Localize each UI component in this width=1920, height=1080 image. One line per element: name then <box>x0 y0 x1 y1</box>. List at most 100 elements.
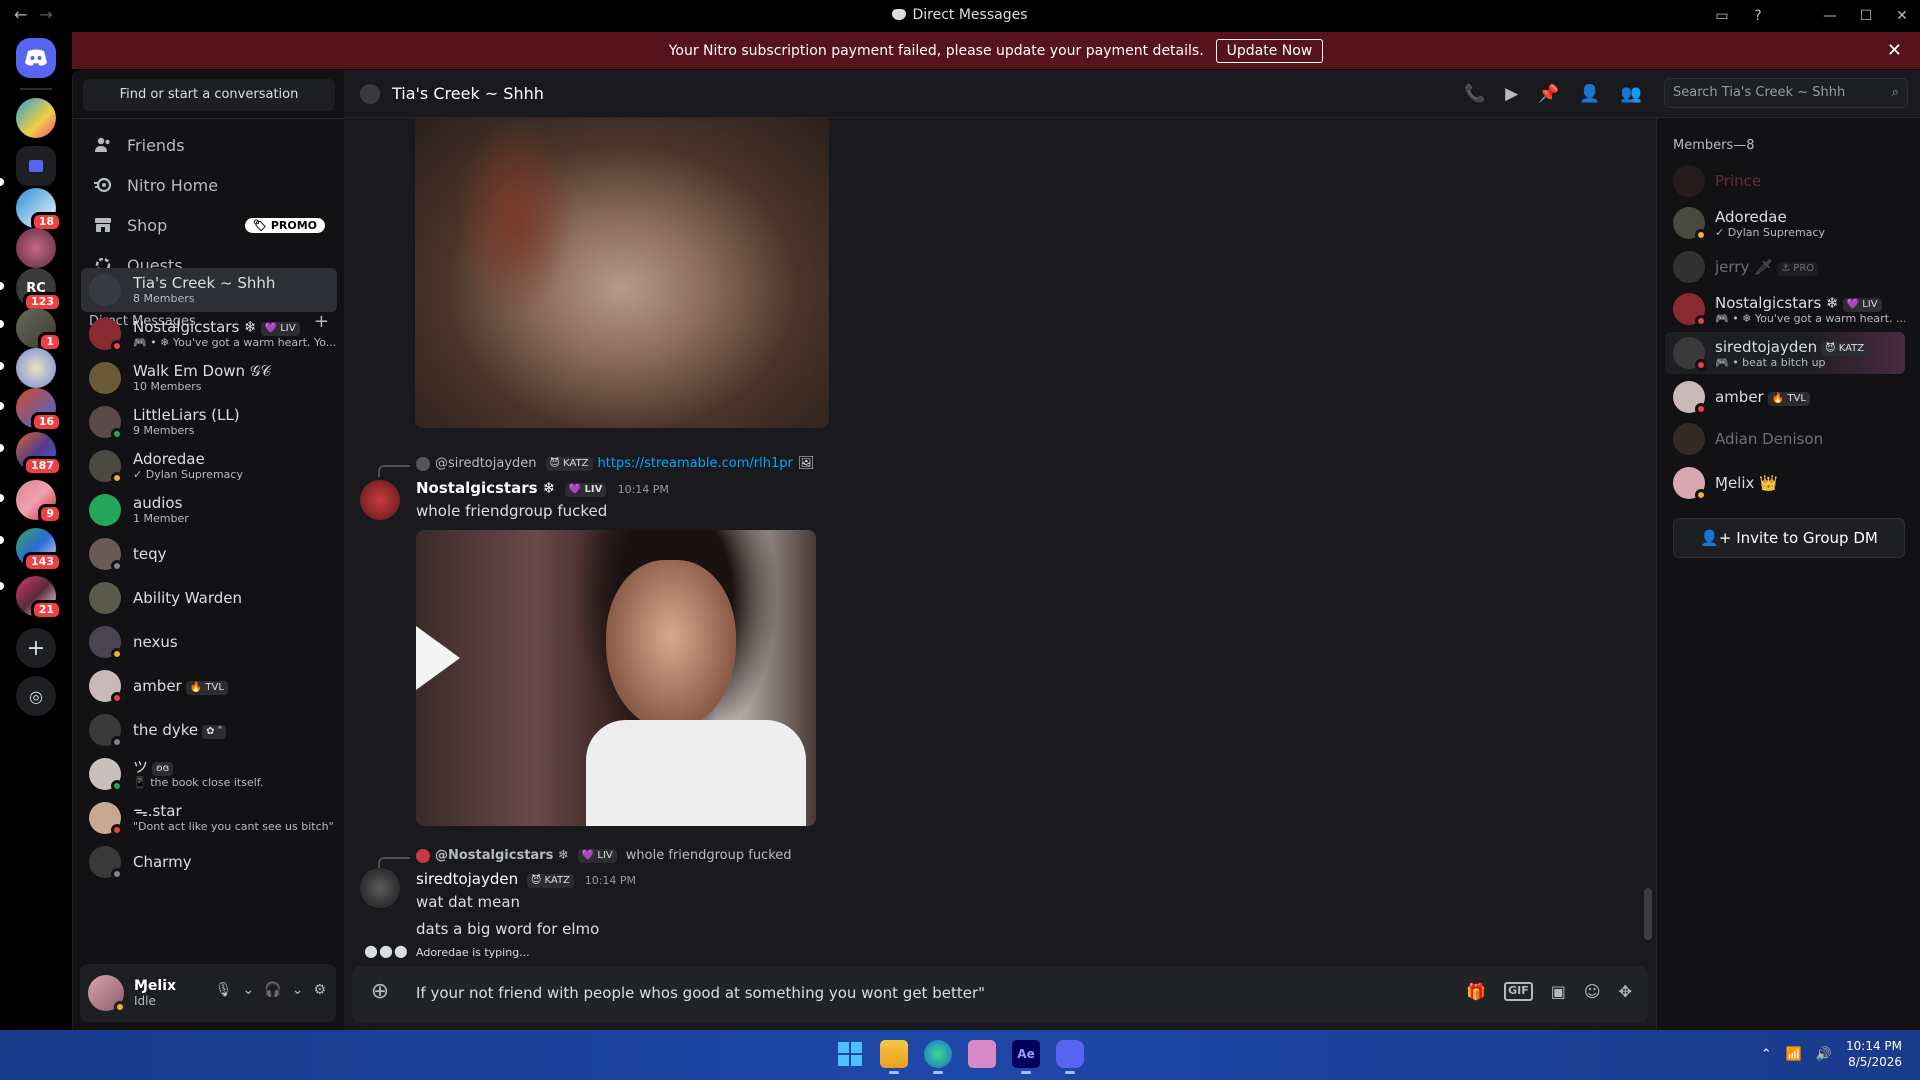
clock[interactable]: 10:14 PM 8/5/2026 <box>1846 1038 1902 1070</box>
discover-button[interactable]: ◎ <box>16 676 56 716</box>
member-item[interactable]: jerry 🗡 ⚓ PRO <box>1665 246 1905 288</box>
author-avatar[interactable] <box>360 868 400 908</box>
message-author[interactable]: siredtojayden 😈 KATZ 10:14 PM <box>416 870 636 888</box>
server-icon[interactable]: 143 <box>16 528 62 572</box>
member-item[interactable]: Nostalgicstars ❄ 💜 LIV 🎮 • ❄ You've got a … <box>1665 288 1905 330</box>
dm-item[interactable]: ᯓ.star "Dont act like you cant see us bit… <box>81 796 337 840</box>
server-folder[interactable] <box>16 146 56 186</box>
dm-item[interactable]: Charmy <box>81 840 337 884</box>
mention-badge: 143 <box>23 552 62 572</box>
help-icon[interactable]: ? <box>1740 8 1776 24</box>
user-avatar[interactable] <box>88 975 126 1013</box>
dm-name: nexus <box>133 633 178 651</box>
nav-friends[interactable]: Friends <box>81 125 337 165</box>
dm-item[interactable]: Ability Warden <box>81 576 337 620</box>
add-friends-to-dm-icon[interactable]: 👤 <box>1579 84 1600 104</box>
gift-icon[interactable]: 🎁 <box>1466 982 1486 1001</box>
server-icon[interactable] <box>16 98 56 138</box>
scrollbar[interactable] <box>1644 888 1652 940</box>
maximize-button[interactable]: ☐ <box>1848 8 1884 24</box>
member-item[interactable]: Adian Denison <box>1665 418 1905 460</box>
after-effects-icon[interactable]: Ae <box>1012 1040 1040 1074</box>
home-button[interactable] <box>16 38 56 78</box>
member-item[interactable]: Prince <box>1665 160 1905 202</box>
play-icon[interactable] <box>416 626 460 690</box>
dm-item[interactable]: Walk Em Down 𝒢𝒞 10 Members <box>81 356 337 400</box>
search-input[interactable]: Search Tia's Creek ~ Shhh ⌕ <box>1664 78 1908 108</box>
nav-nitro-home[interactable]: Nitro Home <box>81 165 337 205</box>
reply-preview[interactable]: @siredtojayden 😈 KATZ https://streamable… <box>378 456 814 477</box>
upload-plus-icon[interactable]: ⊕ <box>368 980 392 1004</box>
message-author[interactable]: Nostalgicstars ❄ 💜 LIV 10:14 PM <box>416 479 669 497</box>
server-icon[interactable]: 1 <box>16 308 62 352</box>
edge-browser-icon[interactable] <box>924 1040 952 1074</box>
member-list-icon[interactable]: 👥 <box>1621 84 1642 104</box>
dm-item[interactable]: Adoredae ✓ Dylan Supremacy <box>81 444 337 488</box>
dm-subtitle: 9 Members <box>133 424 195 437</box>
server-icon[interactable]: 21 <box>16 576 62 620</box>
dm-item[interactable]: ツ ʚɞ 📱 the book close itself. <box>81 752 337 796</box>
reply-preview[interactable]: @Nostalgicstars ❄ 💜 LIV whole friendgrou… <box>378 848 792 869</box>
dm-item[interactable]: LittleLiars (LL) 9 Members <box>81 400 337 444</box>
image-attachment[interactable] <box>415 118 829 428</box>
server-icon[interactable]: RC 123 <box>16 268 62 312</box>
start-button[interactable] <box>836 1040 864 1068</box>
message-composer[interactable]: ⊕ If your not friend with people whos go… <box>352 966 1648 1022</box>
user-info[interactable]: Ɱelix Idle <box>134 978 176 1008</box>
file-explorer-icon[interactable] <box>880 1040 908 1074</box>
find-conversation-button[interactable]: Find or start a conversation <box>83 79 335 111</box>
sticker-icon[interactable]: ▣ <box>1551 982 1566 1001</box>
server-icon[interactable]: 187 <box>16 432 62 476</box>
microphone-icon[interactable]: 🎙 <box>215 982 233 998</box>
volume-icon[interactable]: 🔊 <box>1816 1047 1832 1062</box>
video-detail <box>606 560 736 730</box>
dm-item[interactable]: amber 🔥 TVL <box>81 664 337 708</box>
add-server-button[interactable]: + <box>16 628 56 668</box>
settings-gear-icon[interactable]: ⚙ <box>313 982 326 998</box>
chevron-up-icon[interactable]: ⌃ <box>1761 1047 1772 1062</box>
member-item[interactable]: amber 🔥 TVL <box>1665 376 1905 418</box>
inbox-icon[interactable]: ▭ <box>1704 8 1740 24</box>
close-icon[interactable]: ✕ <box>1887 40 1902 61</box>
apps-icon[interactable]: ✥ <box>1619 982 1632 1001</box>
message-input[interactable]: If your not friend with people whos good… <box>416 984 985 1002</box>
dm-item[interactable]: Nostalgicstars ❄ 💜 LIV 🎮 • ❄ You've got a … <box>81 312 337 356</box>
dm-item[interactable]: Tia's Creek ~ Shhh 8 Members <box>81 268 337 312</box>
server-icon[interactable] <box>16 228 56 268</box>
nav-shop[interactable]: Shop 🏷 PROMO <box>81 205 337 245</box>
voice-call-icon[interactable]: 📞 <box>1464 84 1485 104</box>
dm-item[interactable]: the dyke ✿ ʺ <box>81 708 337 752</box>
composer-tools: 🎁 GIF ▣ ☺ ✥ <box>1466 982 1632 1001</box>
member-item[interactable]: Ɱelix 👑 <box>1665 462 1905 504</box>
headphones-icon[interactable]: 🎧 <box>264 982 281 998</box>
server-icon[interactable]: 9 <box>16 480 62 524</box>
dm-item[interactable]: audios 1 Member <box>81 488 337 532</box>
author-avatar[interactable] <box>360 480 400 520</box>
invite-to-group-dm-button[interactable]: 👤+ Invite to Group DM <box>1673 518 1905 558</box>
app-icon[interactable] <box>968 1040 996 1068</box>
member-name-text: siredtojayden <box>1715 337 1818 356</box>
discord-taskbar-icon[interactable] <box>1056 1040 1084 1074</box>
emoji-icon[interactable]: ☺ <box>1584 982 1601 1001</box>
clock-date: 8/5/2026 <box>1848 1055 1902 1069</box>
update-now-button[interactable]: Update Now <box>1215 38 1324 63</box>
dm-item[interactable]: teqy <box>81 532 337 576</box>
server-icon[interactable] <box>16 348 56 388</box>
gif-icon[interactable]: GIF <box>1504 982 1533 1001</box>
close-window-button[interactable]: ✕ <box>1884 8 1920 24</box>
status-icon <box>111 428 123 440</box>
video-call-icon[interactable]: ▶ <box>1505 84 1518 104</box>
server-icon[interactable]: 18 <box>16 188 62 232</box>
chevron-down-icon[interactable]: ⌄ <box>292 982 304 998</box>
video-embed[interactable] <box>416 530 816 826</box>
member-item[interactable]: siredtojayden 😈 KATZ 🎮 • beat a bitch up <box>1665 332 1905 374</box>
member-item[interactable]: Adoredae ✓ Dylan Supremacy <box>1665 202 1905 244</box>
pinned-messages-icon[interactable]: 📌 <box>1538 84 1559 104</box>
reply-link[interactable]: https://streamable.com/rlh1pr <box>598 456 793 471</box>
server-icon[interactable]: 16 <box>16 388 62 432</box>
dm-item[interactable]: nexus <box>81 620 337 664</box>
dm-avatar <box>89 450 123 484</box>
minimize-button[interactable]: — <box>1812 8 1848 24</box>
wifi-icon[interactable]: 📶 <box>1786 1047 1802 1062</box>
chevron-down-icon[interactable]: ⌄ <box>243 982 255 998</box>
